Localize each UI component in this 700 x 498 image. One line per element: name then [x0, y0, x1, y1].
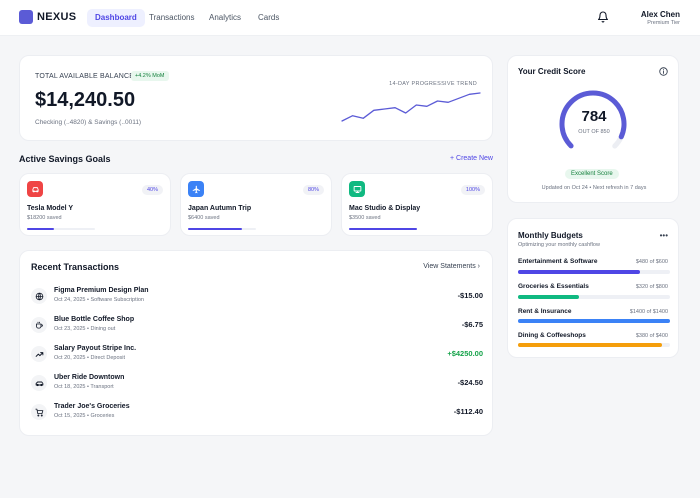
transaction-amount: +$4250.00 [447, 349, 483, 358]
trend-label: 14-DAY PROGRESSIVE TREND [389, 81, 477, 87]
transaction-name: Salary Payout Stripe Inc. [54, 345, 137, 352]
nav-transactions[interactable]: Transactions [141, 9, 203, 27]
goal-percent: 80% [302, 185, 324, 195]
mom-badge: +4.2% MoM [131, 71, 169, 81]
budget-progress-track [518, 295, 670, 299]
plane-icon [188, 181, 204, 197]
credit-score-value: 784 [581, 108, 607, 125]
budget-name: Dining & Coffeeshops [518, 332, 586, 339]
view-statements-link[interactable]: View Statements › [423, 263, 480, 270]
goal-percent: 40% [141, 185, 163, 195]
goal-percent: 100% [460, 185, 485, 195]
transaction-amount: -$15.00 [457, 291, 483, 300]
transaction-amount: -$6.75 [461, 320, 483, 329]
transaction-amount: -$112.40 [453, 407, 483, 416]
goal-saved: $6400 saved [188, 215, 220, 221]
goal-saved: $3500 saved [349, 215, 381, 221]
score-rating-badge: Excellent Score [565, 169, 619, 179]
budget-progress-track [518, 270, 670, 274]
chevron-right-icon: › [477, 263, 480, 270]
transactions-title: Recent Transactions [31, 262, 120, 272]
cart-icon [31, 404, 47, 420]
top-bar: NEXUS Dashboard Transactions Analytics C… [0, 0, 700, 36]
transaction-name: Figma Premium Design Plan [54, 287, 149, 294]
car-icon [27, 181, 43, 197]
create-new-link[interactable]: + Create New [450, 155, 493, 162]
goal-progress-track [188, 228, 256, 230]
transaction-name: Uber Ride Downtown [54, 374, 125, 381]
goal-progress-fill [349, 228, 417, 230]
transaction-row[interactable]: Salary Payout Stripe Inc. Oct 20, 2025 •… [31, 344, 483, 366]
goals-title: Active Savings Goals [19, 154, 111, 164]
transaction-row[interactable]: Trader Joe's Groceries Oct 15, 2025 • Gr… [31, 402, 483, 424]
transaction-row[interactable]: Uber Ride Downtown Oct 18, 2025 • Transp… [31, 373, 483, 395]
user-name[interactable]: Alex Chen [641, 10, 680, 19]
transactions-card: Recent Transactions View Statements › Fi… [19, 250, 493, 436]
logo-icon [19, 10, 33, 24]
transaction-amount: -$24.50 [457, 378, 483, 387]
credit-score-title: Your Credit Score [518, 67, 586, 76]
transaction-row[interactable]: Blue Bottle Coffee Shop Oct 23, 2025 • D… [31, 315, 483, 337]
info-icon[interactable] [659, 67, 668, 76]
transaction-name: Blue Bottle Coffee Shop [54, 316, 135, 323]
user-tier: Premium Tier [647, 20, 680, 26]
goal-card-japan[interactable]: 80% Japan Autumn Trip $6400 saved [180, 173, 332, 236]
goal-progress-track [27, 228, 95, 230]
budget-name: Rent & Insurance [518, 308, 572, 315]
budget-amount: $480 of $600 [635, 259, 668, 265]
budgets-title: Monthly Budgets [518, 231, 583, 240]
budget-progress-track [518, 343, 670, 347]
globe-icon [31, 288, 47, 304]
goal-progress-fill [27, 228, 55, 230]
goal-saved: $18200 saved [27, 215, 62, 221]
budget-amount: $1400 of $1400 [629, 309, 668, 315]
goal-card-tesla[interactable]: 40% Tesla Model Y $18200 saved [19, 173, 171, 236]
trending-up-icon [31, 346, 47, 362]
transaction-meta: Oct 20, 2025 • Direct Deposit [54, 355, 126, 361]
budget-name: Entertainment & Software [518, 258, 598, 265]
coffee-icon [31, 317, 47, 333]
nav-cards[interactable]: Cards [250, 9, 287, 27]
budget-progress-fill [518, 295, 579, 299]
brand-name: NEXUS [37, 11, 77, 23]
transaction-name: Trader Joe's Groceries [54, 403, 130, 410]
score-updated-text: Updated on Oct 24 • Next refresh in 7 da… [541, 185, 647, 191]
balance-accounts: Checking (..4820) & Savings (..0011) [35, 119, 142, 126]
goal-card-mac[interactable]: 100% Mac Studio & Display $3500 saved [341, 173, 493, 236]
budget-progress-fill [518, 343, 663, 347]
more-options-icon[interactable]: ••• [660, 231, 668, 240]
car-icon [31, 375, 47, 391]
goal-name: Japan Autumn Trip [188, 205, 252, 212]
balance-label: TOTAL AVAILABLE BALANCE [35, 73, 135, 80]
nav-analytics[interactable]: Analytics [201, 9, 249, 27]
transaction-meta: Oct 24, 2025 • Software Subscription [54, 297, 144, 303]
trend-chart [341, 92, 481, 122]
balance-card: TOTAL AVAILABLE BALANCE +4.2% MoM $14,24… [19, 55, 493, 141]
credit-score-card: Your Credit Score 784 OUT OF 850 Excelle… [507, 55, 679, 203]
balance-value: $14,240.50 [35, 89, 136, 111]
trend-line [341, 92, 481, 122]
budget-progress-track [518, 319, 670, 323]
monitor-icon [349, 181, 365, 197]
view-statements-label: View Statements [423, 263, 476, 270]
budget-progress-fill [518, 319, 670, 323]
goal-name: Tesla Model Y [27, 205, 74, 212]
goal-progress-fill [188, 228, 243, 230]
budgets-subtitle: Optimizing your monthly cashflow [518, 242, 600, 248]
transaction-row[interactable]: Figma Premium Design Plan Oct 24, 2025 •… [31, 286, 483, 308]
budgets-card: Monthly Budgets Optimizing your monthly … [507, 218, 679, 358]
budget-amount: $320 of $800 [635, 284, 668, 290]
budget-name: Groceries & Essentials [518, 283, 589, 290]
budget-amount: $380 of $400 [635, 333, 668, 339]
transaction-meta: Oct 23, 2025 • Dining out [54, 326, 116, 332]
bell-icon[interactable] [597, 11, 609, 23]
transaction-meta: Oct 15, 2025 • Groceries [54, 413, 115, 419]
nav-dashboard[interactable]: Dashboard [87, 9, 145, 27]
transaction-meta: Oct 18, 2025 • Transport [54, 384, 114, 390]
goal-name: Mac Studio & Display [349, 205, 421, 212]
budget-progress-fill [518, 270, 640, 274]
goal-progress-track [349, 228, 417, 230]
credit-score-max: OUT OF 850 [578, 129, 610, 135]
